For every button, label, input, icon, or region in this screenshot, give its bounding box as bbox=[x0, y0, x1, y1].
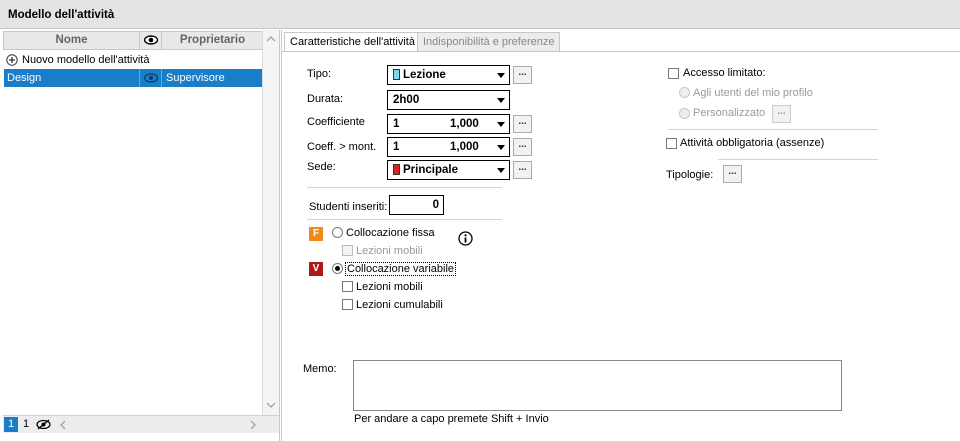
list-vertical-scrollbar[interactable] bbox=[262, 30, 279, 415]
restricted-access-checkbox[interactable] bbox=[668, 68, 679, 79]
coeff-mont-label: Coeff. > mont. bbox=[307, 141, 377, 153]
tab-divider bbox=[282, 51, 960, 52]
info-icon[interactable] bbox=[458, 231, 473, 246]
chevron-down-icon bbox=[497, 168, 505, 173]
coeff-mont-factor: 1,000 bbox=[450, 141, 479, 153]
mandatory-activity-label: Attività obbligatoria (assenze) bbox=[680, 137, 825, 149]
models-list-panel: Nome Proprietario Nuovo modello dell'att… bbox=[0, 30, 280, 441]
sede-label: Sede: bbox=[307, 161, 336, 173]
tipo-more-button[interactable]: ... bbox=[513, 66, 532, 84]
studenti-label: Studenti inseriti: bbox=[309, 201, 388, 213]
list-statusbar: 1 1 bbox=[3, 415, 279, 433]
memo-label: Memo: bbox=[303, 363, 337, 375]
window-title: Modello dell'attività bbox=[8, 9, 115, 21]
fixed-placement-radio[interactable] bbox=[332, 227, 343, 238]
chevron-down-icon bbox=[497, 73, 505, 78]
profile-users-label: Agli utenti del mio profilo bbox=[693, 87, 813, 99]
durata-label: Durata: bbox=[307, 93, 344, 105]
scroll-right-icon[interactable] bbox=[250, 420, 256, 430]
restricted-access-label: Accesso limitato: bbox=[683, 67, 766, 79]
custom-access-radio[interactable] bbox=[679, 108, 690, 119]
sede-color-swatch bbox=[393, 164, 400, 175]
fixed-mobile-lessons-label: Lezioni mobili bbox=[356, 245, 423, 257]
divider bbox=[668, 129, 878, 130]
tipo-label: Tipo: bbox=[307, 68, 332, 80]
window-titlebar: Modello dell'attività bbox=[0, 0, 960, 29]
fixed-placement-label[interactable]: Collocazione fissa bbox=[346, 227, 435, 239]
tipologie-label: Tipologie: bbox=[666, 169, 714, 181]
tab-unavailability[interactable]: Indisponibilità e preferenze bbox=[417, 32, 561, 52]
add-circle-icon bbox=[6, 54, 18, 66]
fixed-placement-badge: F bbox=[309, 227, 323, 241]
coefficiente-factor: 1,000 bbox=[450, 118, 479, 130]
details-panel: Caratteristiche dell'attività Indisponib… bbox=[281, 30, 960, 441]
scroll-down-icon[interactable] bbox=[266, 402, 276, 408]
sede-more-button[interactable]: ... bbox=[513, 161, 532, 179]
coeff-mont-value: 1 bbox=[393, 141, 400, 153]
scroll-up-icon[interactable] bbox=[266, 36, 276, 42]
column-header-owner[interactable]: Proprietario bbox=[162, 32, 263, 49]
chevron-down-icon bbox=[497, 98, 505, 103]
variable-mobile-lessons-checkbox[interactable] bbox=[342, 281, 353, 292]
variable-mobile-lessons-label: Lezioni mobili bbox=[356, 281, 423, 293]
fixed-mobile-lessons-checkbox[interactable] bbox=[342, 245, 353, 256]
list-header: Nome Proprietario bbox=[3, 31, 279, 50]
cumulative-lessons-checkbox[interactable] bbox=[342, 299, 353, 310]
durata-value: 2h00 bbox=[393, 94, 420, 106]
new-model-label: Nuovo modello dell'attività bbox=[22, 54, 150, 66]
mandatory-activity-checkbox[interactable] bbox=[666, 138, 677, 149]
coeff-mont-select[interactable]: 1 1,000 bbox=[387, 137, 510, 157]
cumulative-lessons-label: Lezioni cumulabili bbox=[356, 299, 443, 311]
memo-textarea[interactable] bbox=[353, 360, 842, 411]
memo-hint: Per andare a capo premete Shift + Invio bbox=[354, 413, 549, 425]
divider bbox=[307, 219, 502, 220]
column-header-name[interactable]: Nome bbox=[4, 32, 140, 49]
custom-access-more-button[interactable]: ... bbox=[772, 105, 791, 123]
tipo-select[interactable]: Lezione bbox=[387, 65, 510, 85]
coefficiente-label: Coefficiente bbox=[307, 116, 365, 128]
tipologie-more-button[interactable]: ... bbox=[723, 165, 742, 183]
eye-icon bbox=[143, 35, 158, 45]
profile-users-radio[interactable] bbox=[679, 87, 690, 98]
variable-placement-radio[interactable] bbox=[332, 263, 343, 274]
divider bbox=[718, 159, 878, 160]
page-number[interactable]: 1 bbox=[4, 417, 18, 432]
variable-placement-badge: V bbox=[309, 262, 323, 276]
studenti-input[interactable]: 0 bbox=[389, 195, 444, 215]
variable-placement-label[interactable]: Collocazione variabile bbox=[345, 262, 457, 276]
row-visibility-cell bbox=[140, 69, 162, 87]
divider bbox=[307, 187, 502, 188]
table-row[interactable]: Design Supervisore bbox=[4, 69, 262, 87]
coefficiente-value: 1 bbox=[393, 118, 400, 130]
tipo-color-swatch bbox=[393, 69, 400, 80]
sede-value: Principale bbox=[403, 164, 458, 176]
chevron-down-icon bbox=[497, 145, 505, 150]
coefficiente-more-button[interactable]: ... bbox=[513, 115, 532, 133]
row-owner-cell: Supervisore bbox=[166, 72, 225, 84]
custom-access-label: Personalizzato bbox=[693, 107, 766, 119]
coefficiente-select[interactable]: 1 1,000 bbox=[387, 114, 510, 134]
new-model-row[interactable]: Nuovo modello dell'attività bbox=[4, 51, 262, 69]
tipo-value: Lezione bbox=[403, 69, 446, 81]
coeff-mont-more-button[interactable]: ... bbox=[513, 138, 532, 156]
item-count: 1 bbox=[23, 418, 30, 430]
scroll-left-icon[interactable] bbox=[60, 420, 66, 430]
column-header-visibility[interactable] bbox=[140, 32, 162, 49]
hidden-eye-icon[interactable] bbox=[36, 419, 51, 430]
chevron-down-icon bbox=[497, 122, 505, 127]
eye-icon bbox=[144, 73, 158, 83]
durata-select[interactable]: 2h00 bbox=[387, 90, 510, 110]
row-name-cell: Design bbox=[4, 69, 140, 87]
sede-select[interactable]: Principale bbox=[387, 160, 510, 180]
tab-characteristics[interactable]: Caratteristiche dell'attività bbox=[284, 32, 421, 52]
